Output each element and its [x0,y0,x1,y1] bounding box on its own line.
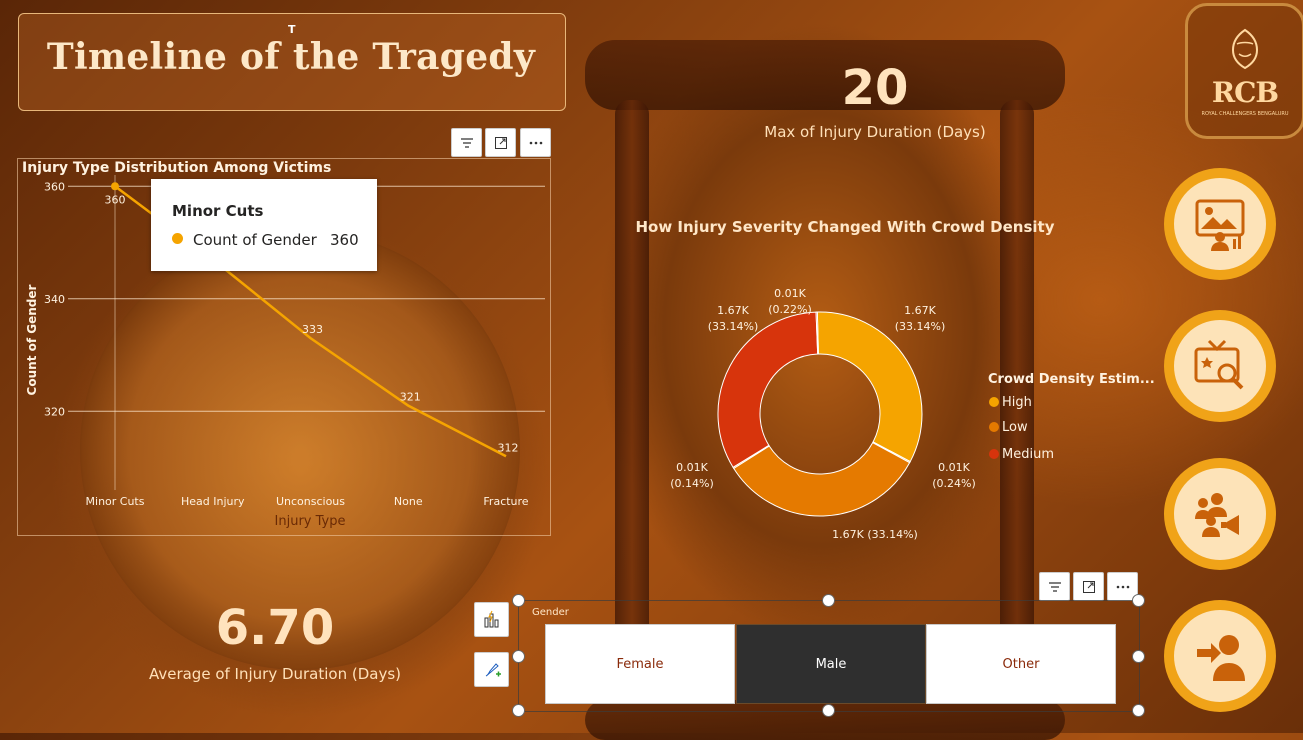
tooltip-label: Count of Gender [193,231,317,249]
kpi-avg-label: Average of Injury Duration (Days) [148,665,402,683]
resize-handle-right[interactable] [1132,650,1145,663]
slicer-label: Gender [532,607,569,618]
resize-handle-top-right[interactable] [1132,594,1145,607]
legend-title: Crowd Density Estim... [988,372,1155,387]
crowd-density-donut-chart[interactable] [710,304,930,524]
donut-slice-low[interactable] [733,441,911,517]
legend-item-medium[interactable]: Medium [989,447,1054,462]
nav-button-tv-search[interactable] [1164,310,1276,422]
donut-title: How Injury Severity Changed With Crowd D… [635,218,1055,236]
tooltip-value: 360 [330,231,359,249]
rcb-logo: RCB ROYAL CHALLENGERS BENGALURU [1185,3,1303,139]
format-visual-icon[interactable] [474,652,509,687]
slicer-option-female[interactable]: Female [545,624,735,704]
resize-handle-bottom-right[interactable] [1132,704,1145,717]
y-axis-title: Count of Gender [25,284,39,395]
donut-label-left: 0.01K (0.14%) [670,461,714,490]
x-axis-title: Injury Type [275,514,346,529]
build-visual-icon[interactable] [474,602,509,637]
user-exit-icon [1197,635,1245,681]
x-tick-label: Unconscious [276,495,345,508]
logo-text: RCB [1211,75,1279,109]
resize-handle-bottom-left[interactable] [512,704,525,717]
slicer-focus-mode-icon[interactable] [1073,572,1104,601]
data-label: 321 [400,391,421,404]
data-point[interactable] [111,182,119,191]
resize-handle-top-left[interactable] [512,594,525,607]
donut-slice-medium[interactable] [717,311,819,468]
nav-button-audience[interactable] [1164,458,1276,570]
nav-button-user-exit[interactable] [1164,600,1276,712]
donut-label-top-mid: 0.01K (0.22%) [768,287,812,316]
resize-handle-top[interactable] [822,594,835,607]
data-label: 312 [498,441,519,454]
tooltip-series-dot [172,233,183,244]
x-tick-label: None [394,495,423,508]
data-label: 333 [302,323,323,336]
x-tick-label: Minor Cuts [86,495,145,508]
legend-dot-medium [989,449,999,459]
resize-handle-left[interactable] [512,650,525,663]
legend-item-high[interactable]: High [989,395,1032,410]
kpi-avg-value: 6.70 [215,600,335,656]
y-tick-label: 360 [44,180,65,193]
image-gallery-icon [1195,199,1245,251]
slicer-option-male[interactable]: Male [736,624,926,704]
audience-megaphone-icon [1195,493,1239,537]
lion-crest-icon [1231,28,1259,69]
legend-dot-low [989,422,999,432]
donut-label-right: 0.01K (0.24%) [932,461,976,490]
data-label: 360 [105,193,126,206]
slicer-filter-icon[interactable] [1039,572,1070,601]
donut-label-bottom: 1.67K (33.14%) [832,528,918,541]
kpi-max-label: Max of Injury Duration (Days) [764,123,986,141]
y-tick-label: 340 [44,293,65,306]
slicer-option-other[interactable]: Other [926,624,1116,704]
legend-item-low[interactable]: Low [989,420,1028,435]
legend-dot-high [989,397,999,407]
tooltip-title: Minor Cuts [172,202,264,220]
logo-subtext: ROYAL CHALLENGERS BENGALURU [1201,110,1289,117]
resize-handle-bottom[interactable] [822,704,835,717]
y-tick-label: 320 [44,405,65,418]
kpi-max-value: 20 [841,60,909,116]
donut-label-top-left: 1.67K (33.14%) [707,304,759,333]
x-tick-label: Fracture [483,495,528,508]
nav-button-gallery[interactable] [1164,168,1276,280]
chart-tooltip [151,179,377,271]
tv-search-icon [1194,339,1244,390]
x-tick-label: Head Injury [181,495,245,508]
donut-label-top-right: 1.67K (33.14%) [894,304,946,333]
